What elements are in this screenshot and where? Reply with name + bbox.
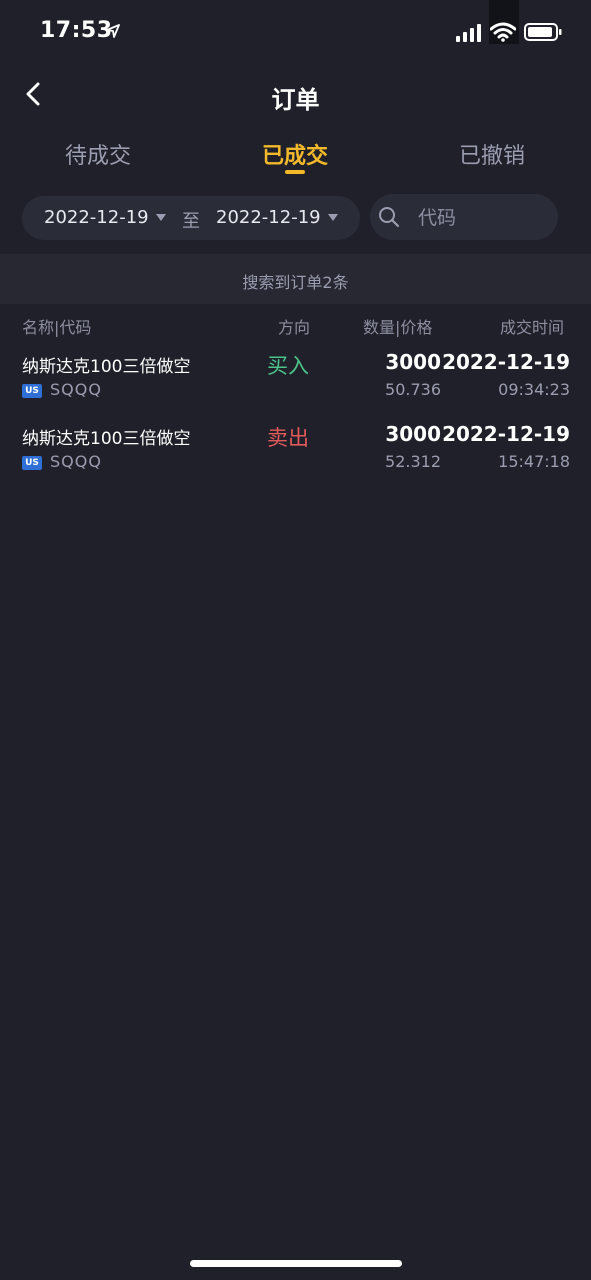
tab-cancelled[interactable]: 已撤销 (412, 138, 572, 170)
price-value: 50.736 (385, 380, 441, 399)
search-input[interactable] (416, 202, 550, 234)
location-arrow-icon (106, 24, 120, 38)
table-row[interactable]: 纳斯达克100三倍做空 US SQQQ 卖出 3000 52.312 2022-… (0, 422, 591, 494)
price-value: 52.312 (385, 452, 441, 471)
stock-code: SQQQ (50, 380, 102, 399)
to-label: 至 (182, 211, 200, 232)
direction-label: 买入 (267, 354, 309, 378)
active-tab-indicator (285, 170, 305, 174)
trade-time: 15:47:18 (498, 452, 570, 471)
search-icon (379, 207, 400, 228)
caret-down-icon[interactable] (156, 214, 166, 221)
stock-name: 纳斯达克100三倍做空 (22, 429, 191, 449)
trade-time: 09:34:23 (498, 380, 570, 399)
status-bar: 17:53 (0, 0, 591, 64)
stock-name: 纳斯达克100三倍做空 (22, 357, 191, 377)
column-header-qty-price: 数量|价格 (363, 318, 433, 337)
signal-icon (456, 24, 481, 42)
battery-icon (524, 23, 562, 41)
market-badge: US (22, 384, 42, 398)
tab-bar: 待成交 已成交 已撤销 (0, 124, 591, 184)
result-summary-bar: 搜索到订单2条 (0, 254, 591, 304)
status-time: 17:53 (40, 18, 113, 43)
stock-code: SQQQ (50, 452, 102, 471)
tab-filled[interactable]: 已成交 (215, 138, 375, 170)
wifi-icon (490, 22, 516, 42)
quantity-value: 3000 (385, 422, 441, 446)
home-indicator[interactable] (190, 1260, 402, 1267)
page-title: 订单 (271, 86, 320, 114)
column-header-time: 成交时间 (500, 318, 565, 337)
search-box[interactable] (370, 194, 558, 240)
column-header-direction: 方向 (278, 318, 311, 337)
market-badge: US (22, 456, 42, 470)
caret-down-icon[interactable] (328, 214, 338, 221)
direction-label: 卖出 (267, 426, 309, 450)
date-range-filter: 2022-12-19 至 2022-12-19 (22, 196, 360, 240)
table-row[interactable]: 纳斯达克100三倍做空 US SQQQ 买入 3000 50.736 2022-… (0, 350, 591, 422)
tab-pending[interactable]: 待成交 (18, 138, 178, 170)
trade-date: 2022-12-19 (442, 422, 570, 446)
column-header-name-code: 名称|代码 (22, 318, 92, 337)
trade-date: 2022-12-19 (442, 350, 570, 374)
start-date-select[interactable]: 2022-12-19 (44, 207, 149, 228)
quantity-value: 3000 (385, 350, 441, 374)
result-count-text: 搜索到订单2条 (242, 273, 349, 292)
header: 订单 (0, 64, 591, 124)
end-date-select[interactable]: 2022-12-19 (216, 207, 321, 228)
